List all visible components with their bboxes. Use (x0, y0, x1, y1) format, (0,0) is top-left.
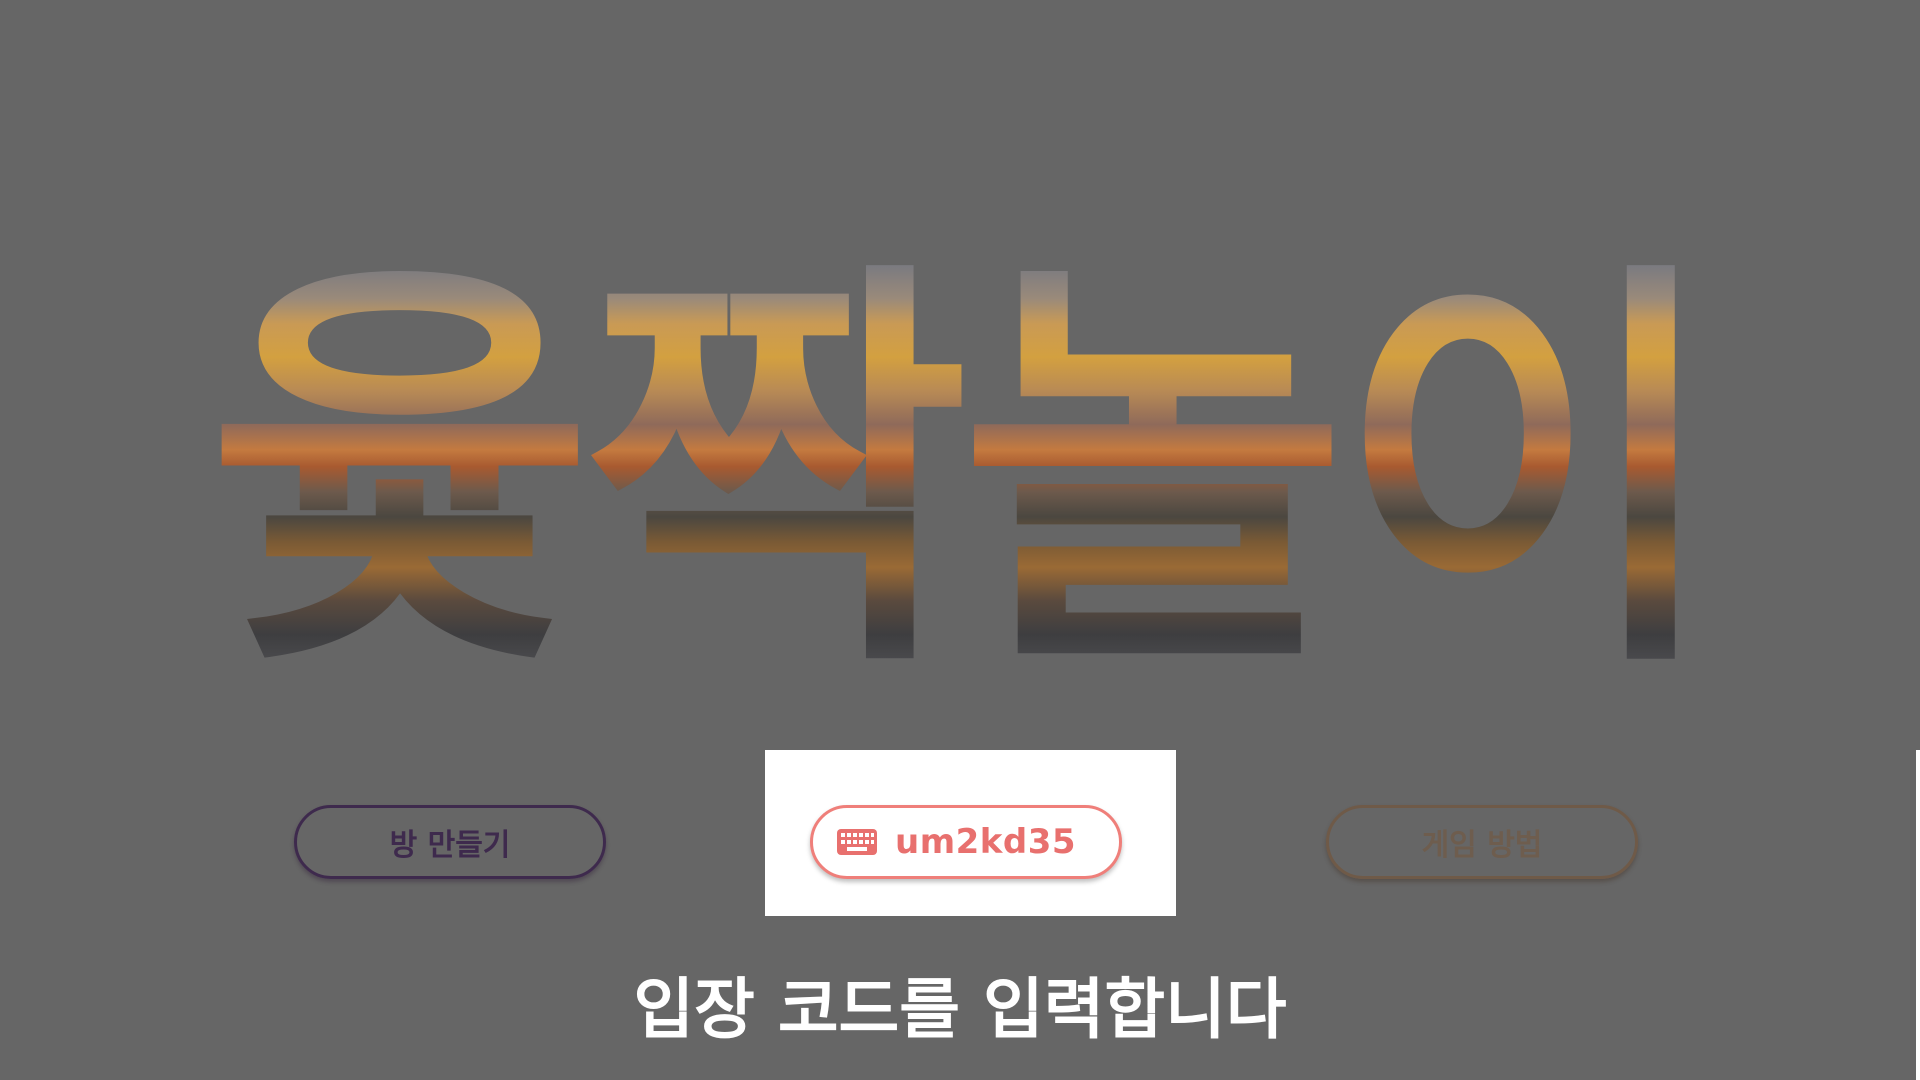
game-lobby-screen: 윷짝놀이 방 만들기 um2kd35 게임 방법 입장 코드를 입력합니다 (0, 0, 1920, 1080)
edge-divider (1916, 750, 1920, 1080)
entry-code-input[interactable]: um2kd35 (810, 805, 1122, 879)
keyboard-icon (837, 829, 877, 855)
instruction-caption: 입장 코드를 입력합니다 (633, 971, 1287, 1048)
entry-code-value: um2kd35 (895, 822, 1077, 862)
game-title-logo: 윷짝놀이 (0, 265, 1920, 685)
how-to-play-button[interactable]: 게임 방법 (1326, 805, 1638, 879)
create-room-button[interactable]: 방 만들기 (294, 805, 606, 879)
